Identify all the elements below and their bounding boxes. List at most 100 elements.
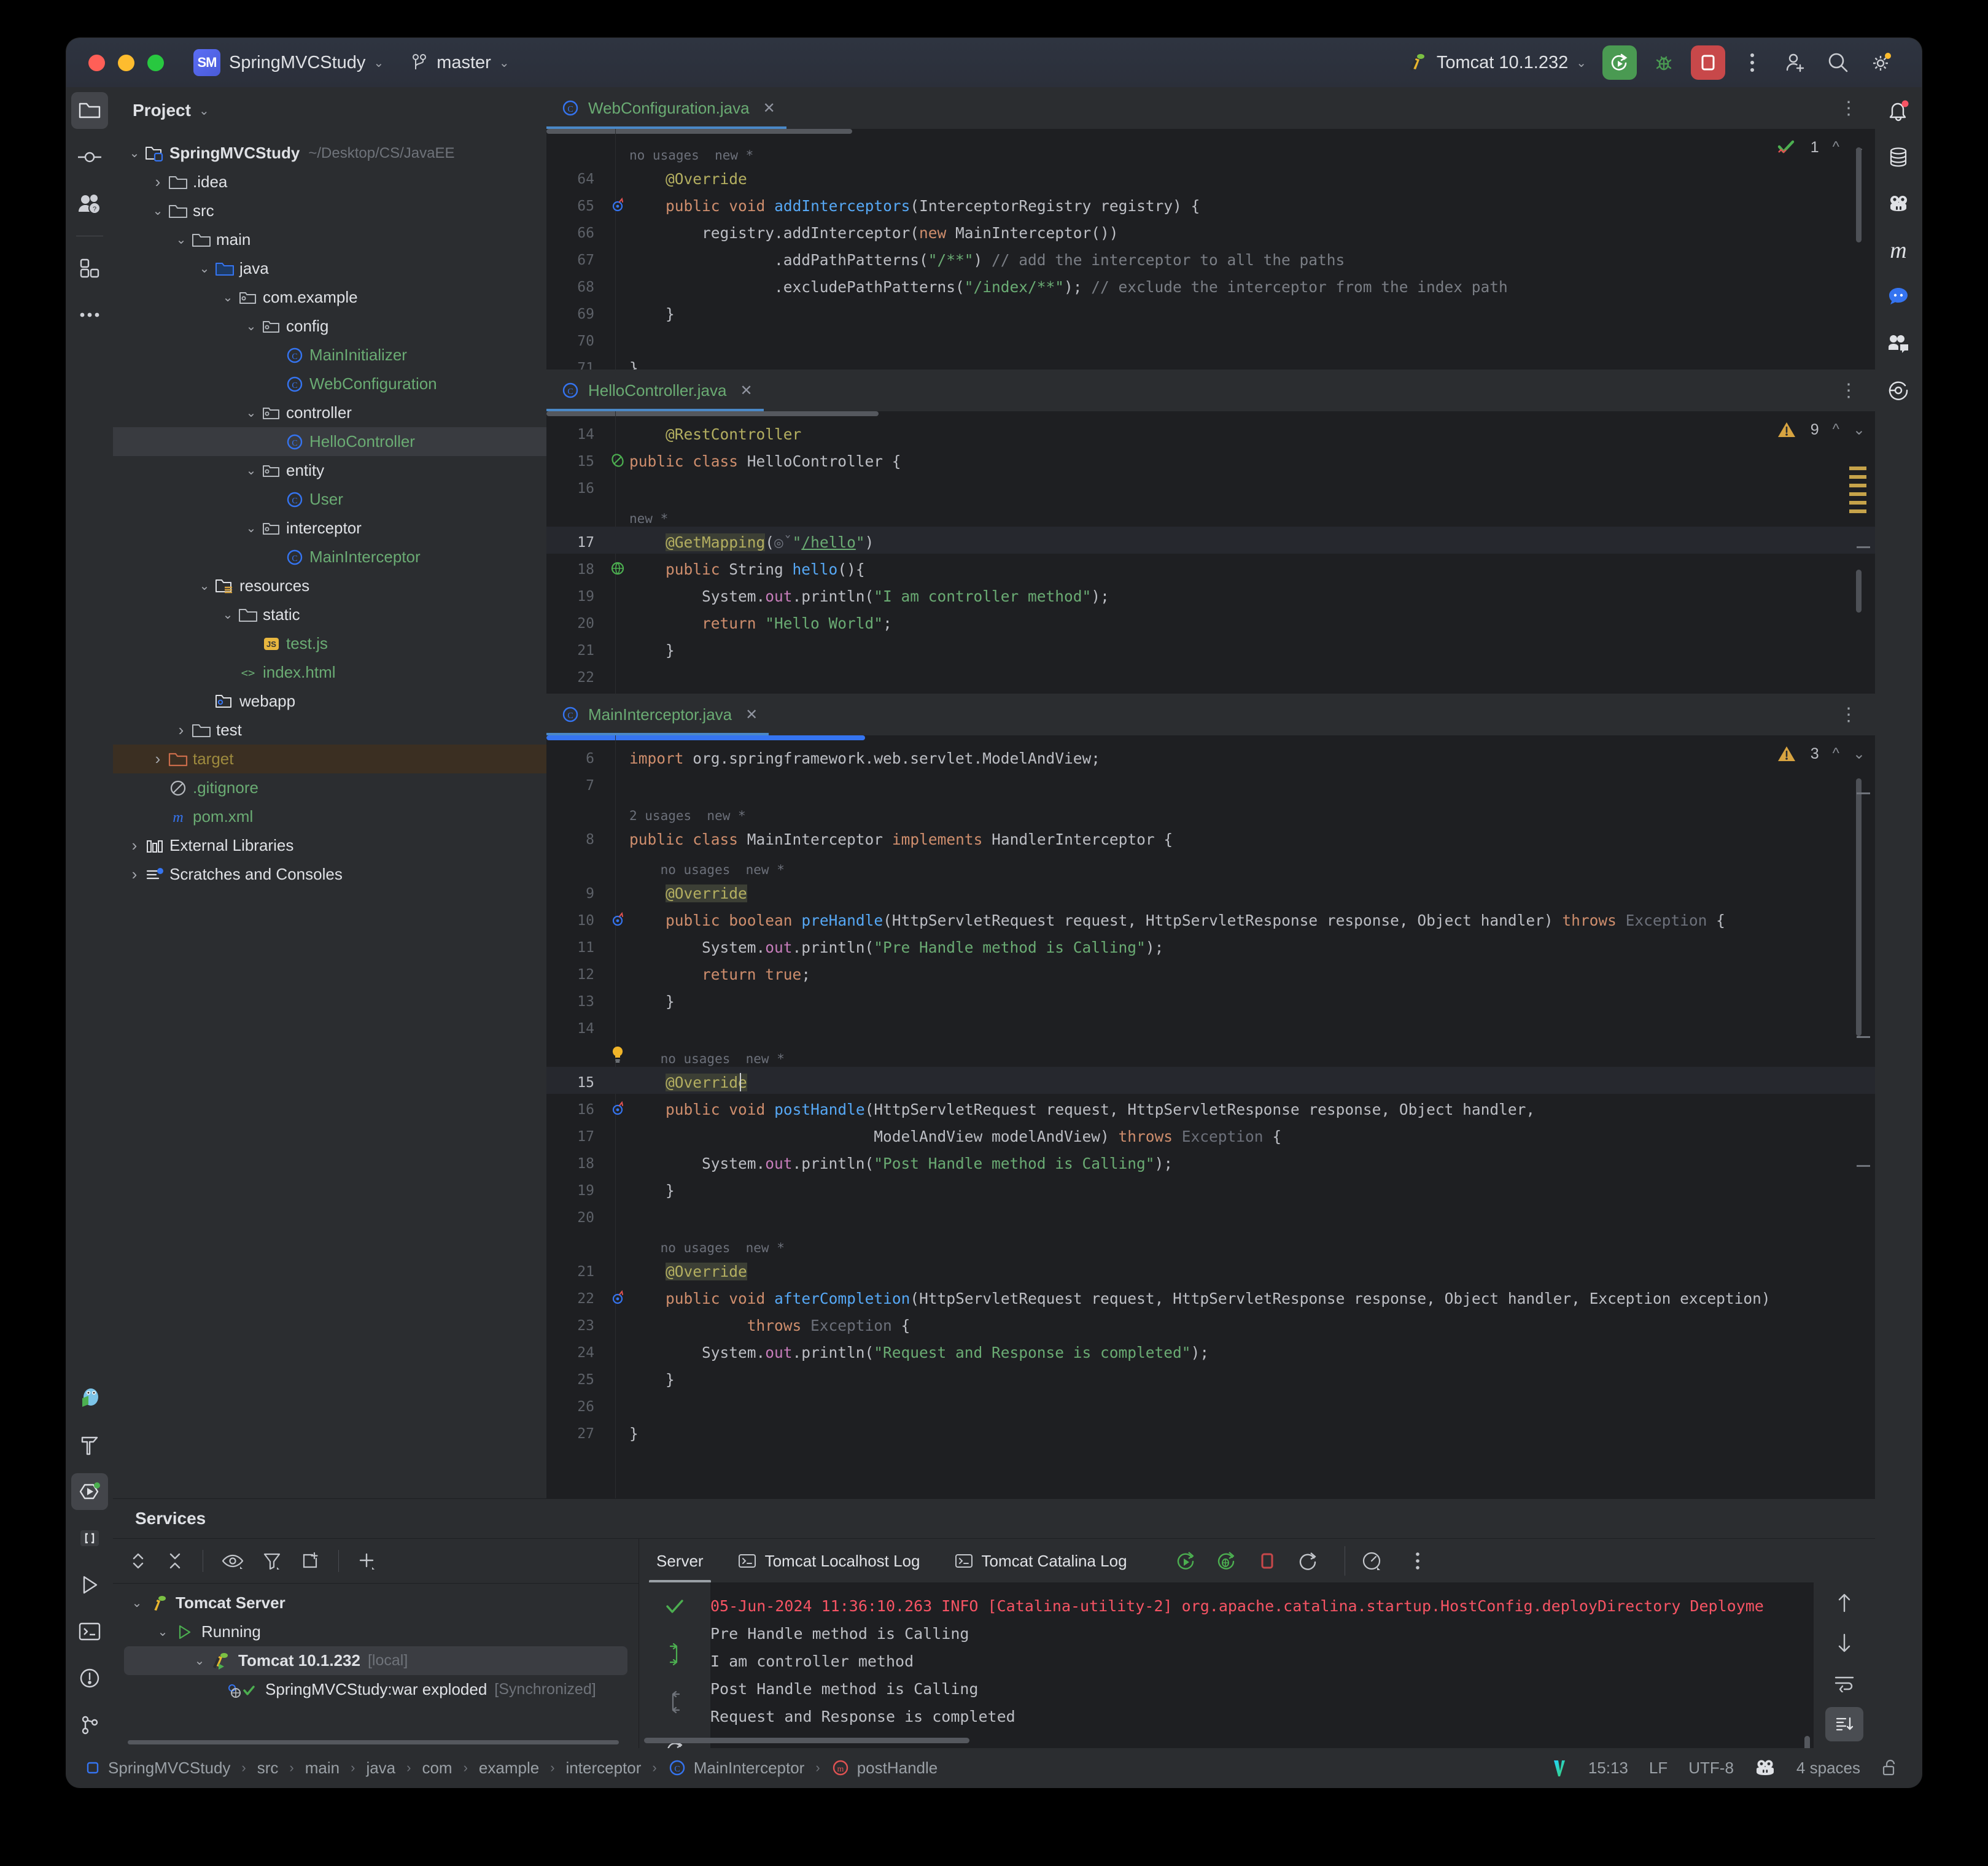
account-icon[interactable] (1779, 47, 1811, 79)
pull-requests-icon[interactable]: ? (66, 180, 113, 227)
editor-vertical-scrollbar[interactable] (1856, 778, 1862, 1036)
services-tree[interactable]: ⌄ Tomcat Server ⌄ Running ⌄ Tomcat 10.1.232 [l… (113, 1582, 639, 1748)
indent-label[interactable]: 4 spaces (1796, 1759, 1860, 1778)
add-icon[interactable] (357, 1551, 377, 1571)
chevron-right-icon[interactable]: › (147, 749, 168, 768)
services-tab-tomcat-localhost-log[interactable]: Tomcat Localhost Log (721, 1539, 938, 1583)
editor-vertical-scrollbar[interactable] (1856, 147, 1862, 242)
tree-item-test[interactable]: › test (113, 716, 546, 745)
service-item-tomcat-10-1-232[interactable]: ⌄ Tomcat 10.1.232 [local] (124, 1646, 627, 1675)
console-horizontal-scrollbar[interactable] (644, 1738, 969, 1743)
chat-icon[interactable] (1875, 274, 1922, 320)
close-icon[interactable]: ✕ (740, 382, 752, 400)
scroll-up-icon[interactable] (1814, 1582, 1875, 1623)
chevron-right-icon[interactable]: › (124, 865, 145, 884)
editor-tab-webconfiguration[interactable]: C WebConfiguration.java ✕ (546, 87, 786, 129)
tree-item-maininitializer[interactable]: C MainInitializer (113, 341, 546, 370)
inspection-warning-icon[interactable] (1776, 744, 1797, 764)
services-icon[interactable] (71, 1473, 108, 1510)
chevron-down-icon[interactable]: ⌄ (189, 1653, 210, 1668)
tree-item-com-example[interactable]: ⌄ com.example (113, 283, 546, 312)
chevron-down-icon[interactable]: ⌄ (241, 405, 262, 420)
run-config-label[interactable]: Tomcat 10.1.232 (1437, 53, 1568, 73)
tree-item-index-html[interactable]: <> index.html (113, 658, 546, 687)
tree-item-external-libraries[interactable]: › External Libraries (113, 831, 546, 860)
editor-horizontal-scrollbar[interactable] (546, 411, 879, 416)
git-icon[interactable] (66, 1701, 113, 1748)
close-window-button[interactable] (88, 54, 105, 71)
chevron-down-icon[interactable]: ⌄ (241, 521, 262, 536)
tree-item-scratches-and-consoles[interactable]: › Scratches and Consoles (113, 860, 546, 889)
database-icon[interactable] (1875, 134, 1922, 180)
breadcrumb-item[interactable]: SpringMVCStudy (108, 1759, 230, 1778)
restart-icon[interactable] (1293, 1546, 1322, 1576)
project-view-chevron-down-icon[interactable]: ⌄ (199, 103, 209, 118)
tree-item-test-js[interactable]: JS test.js (113, 629, 546, 658)
inspection-widget-icon[interactable] (1755, 1759, 1776, 1777)
editor-horizontal-scrollbar[interactable] (546, 129, 852, 134)
close-icon[interactable]: ✕ (745, 706, 758, 724)
services-tab-tomcat-catalina-log[interactable]: Tomcat Catalina Log (938, 1539, 1144, 1583)
previous-problem-icon[interactable]: ^ (1833, 139, 1839, 156)
breadcrumb-item[interactable]: postHandle (857, 1759, 938, 1778)
tree-item-config[interactable]: ⌄ config (113, 312, 546, 341)
chevron-down-icon[interactable]: ⌄ (217, 607, 238, 622)
next-problem-icon[interactable]: ⌄ (1853, 421, 1865, 439)
more-tool-windows-icon[interactable] (66, 292, 113, 338)
branch-name-label[interactable]: master (437, 53, 491, 73)
close-icon[interactable]: ✕ (763, 99, 775, 117)
add-tab-icon[interactable] (300, 1551, 320, 1571)
collapse-all-icon[interactable] (166, 1550, 184, 1571)
chevron-down-icon[interactable]: ⌄ (126, 1595, 147, 1611)
search-icon[interactable] (1822, 47, 1854, 79)
chevron-down-icon[interactable]: ⌄ (194, 578, 215, 594)
service-item-tomcat-server[interactable]: ⌄ Tomcat Server (113, 1589, 639, 1617)
chevron-down-icon[interactable]: ⌄ (152, 1624, 173, 1640)
run-button[interactable] (1602, 45, 1637, 80)
inspection-warning-icon[interactable] (1776, 420, 1797, 439)
version-control-icon[interactable] (1551, 1759, 1567, 1777)
breadcrumb-item[interactable]: interceptor (566, 1759, 642, 1778)
show-icon[interactable] (222, 1552, 244, 1570)
minimize-window-button[interactable] (118, 54, 134, 71)
tune-icon[interactable] (1344, 1546, 1383, 1576)
debug-button[interactable] (1649, 48, 1679, 77)
inspection-ok-icon[interactable] (1776, 137, 1797, 157)
ai-assistant-icon[interactable] (1875, 180, 1922, 227)
run-icon[interactable] (66, 1562, 113, 1608)
rerun-icon[interactable] (1171, 1546, 1201, 1576)
more-icon[interactable] (1403, 1546, 1432, 1576)
breadcrumb-item[interactable]: java (366, 1759, 395, 1778)
project-icon[interactable] (71, 92, 108, 129)
jump-to-end-icon[interactable] (639, 1630, 710, 1678)
run-config-chevron-down-icon[interactable]: ⌄ (1576, 55, 1586, 71)
editor-horizontal-scrollbar[interactable] (546, 735, 865, 740)
tree-item-entity[interactable]: ⌄ entity (113, 456, 546, 485)
breadcrumb-item[interactable]: MainInterceptor (694, 1759, 805, 1778)
warning-markers[interactable] (1849, 466, 1866, 518)
dependencies-icon[interactable] (66, 1375, 113, 1422)
project-name-label[interactable]: SpringMVCStudy (229, 53, 365, 73)
console-output[interactable]: 05-Jun-2024 11:36:10.263 INFO [Catalina-… (639, 1582, 1814, 1773)
editor-vertical-scrollbar[interactable] (1856, 570, 1862, 613)
service-item-springmvcstudy-war-exploded[interactable]: SpringMVCStudy:war exploded [Synchronized… (113, 1675, 639, 1704)
branch-chevron-down-icon[interactable]: ⌄ (499, 55, 510, 71)
editor-tab-hellocontroller[interactable]: C HelloController.java ✕ (546, 370, 764, 411)
tree-item-hellocontroller[interactable]: C HelloController (113, 427, 546, 456)
gear-icon[interactable] (1865, 47, 1897, 79)
encoding-label[interactable]: UTF-8 (1688, 1759, 1734, 1778)
chevron-down-icon[interactable]: ⌄ (217, 290, 238, 305)
inlay-hint[interactable]: no usages new * (629, 142, 753, 169)
editor-options-icon[interactable]: ⋮ (1839, 704, 1859, 726)
tree-item--gitignore[interactable]: .gitignore (113, 773, 546, 802)
stop-button[interactable] (1691, 45, 1725, 80)
chevron-down-icon[interactable]: ⌄ (124, 145, 145, 161)
breadcrumb-item[interactable]: main (305, 1759, 340, 1778)
chevron-down-icon[interactable]: ⌄ (147, 203, 168, 219)
profiler-icon[interactable] (1875, 367, 1922, 414)
inlay-hint[interactable]: no usages new * (629, 1234, 785, 1261)
editor-body[interactable]: no usages new * 64 @Override 65 public voi… (546, 129, 1875, 370)
editor-options-icon[interactable]: ⋮ (1839, 98, 1859, 119)
tree-item-resources[interactable]: ⌄ resources (113, 571, 546, 600)
more-actions-icon[interactable] (1736, 47, 1768, 79)
